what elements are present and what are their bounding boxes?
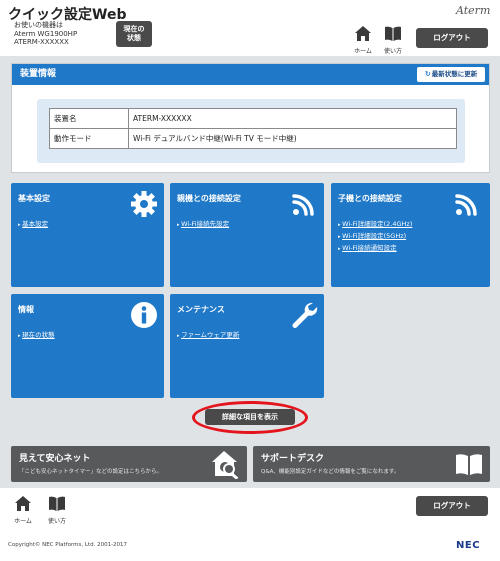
home-icon (15, 496, 31, 511)
info-icon (131, 302, 157, 328)
mode-key: 動作モード (49, 128, 129, 149)
tile-info-title: 情報 (18, 305, 34, 314)
tile-parent-title: 親機との接続設定 (177, 194, 241, 203)
footer-home-label: ホーム (14, 518, 32, 525)
device-name-key: 装置名 (49, 108, 129, 129)
tile-basic-links: 基本設定 (18, 219, 48, 231)
footer-home-button[interactable]: ホーム (11, 496, 35, 525)
tile-child-connection: 子機との接続設定 Wi-Fi詳細設定(2.4GHz) Wi-Fi詳細設定(5GH… (331, 183, 490, 287)
tile-maint-links: ファームウェア更新 (177, 330, 239, 342)
tile-info-links: 現在の状態 (18, 330, 55, 342)
wifi-icon (292, 194, 314, 216)
device-info: お使いの機器は Aterm WG1900HP ATERM-XXXXXX (14, 21, 77, 47)
link-wifi-connection-label[interactable]: Wi-Fi接続先設定 (181, 220, 229, 228)
link-firmware-update[interactable]: ファームウェア更新 (177, 330, 239, 342)
link-current-status[interactable]: 現在の状態 (18, 330, 55, 342)
banner-support-desc: Q&A、機能別設定ガイドなどの情報をご覧になれます。 (261, 469, 400, 475)
home-label: ホーム (354, 48, 372, 55)
banner-mimamori-desc: 「こども安心ネットタイマー」などの設定はこちらから。 (19, 469, 163, 475)
banner-mimamori[interactable]: 見えて安心ネット 「こども安心ネットタイマー」などの設定はこちらから。 (11, 446, 247, 482)
current-status-button[interactable]: 現在の 状態 (116, 21, 152, 47)
banner-mimamori-title: 見えて安心ネット (19, 454, 91, 464)
table-row: 動作モード Wi-Fi デュアルバンド中継(Wi-Fi TV モード中継) (49, 128, 457, 149)
link-wifi-detail-24-label[interactable]: Wi-Fi詳細設定(2.4GHz) (342, 220, 412, 228)
tile-parent-connection: 親機との接続設定 Wi-Fi接続先設定 (170, 183, 324, 287)
tile-child-title: 子機との接続設定 (338, 194, 402, 203)
manual-label: 使い方 (383, 48, 402, 55)
link-wifi-connection[interactable]: Wi-Fi接続先設定 (177, 219, 229, 231)
manual-button[interactable]: 使い方 (381, 26, 405, 55)
link-basic-settings[interactable]: 基本設定 (18, 219, 48, 231)
device-panel-header: 装置情報 ↻最新状態に更新 (12, 64, 489, 85)
header: クイック設定Web お使いの機器は Aterm WG1900HP ATERM-X… (0, 0, 500, 56)
book-icon (456, 454, 482, 475)
link-firmware-update-label[interactable]: ファームウェア更新 (181, 331, 239, 339)
refresh-icon: ↻ (424, 70, 431, 78)
tile-parent-links: Wi-Fi接続先設定 (177, 219, 229, 231)
banner-support[interactable]: サポートデスク Q&A、機能別設定ガイドなどの情報をご覧になれます。 (253, 446, 490, 482)
home-icon (355, 26, 371, 41)
device-info-box: 装置名 ATERM-XXXXXX 動作モード Wi-Fi デュアルバンド中継(W… (37, 99, 465, 163)
link-basic-settings-label[interactable]: 基本設定 (22, 220, 48, 228)
device-info-panel: 装置情報 ↻最新状態に更新 装置名 ATERM-XXXXXX 動作モード Wi-… (11, 63, 490, 173)
aterm-logo: Aterm (456, 4, 491, 17)
banner-support-title: サポートデスク (261, 454, 325, 464)
footer-manual-button[interactable]: 使い方 (45, 496, 69, 525)
book-icon (49, 496, 65, 511)
link-wifi-notify-label[interactable]: Wi-Fi接続通知設定 (342, 244, 397, 252)
copyright: Copyright© NEC Platforms, Ltd. 2001-2017 (8, 542, 128, 548)
tile-maintenance: メンテナンス ファームウェア更新 (170, 294, 324, 398)
device-panel-title: 装置情報 (20, 69, 57, 79)
table-row: 装置名 ATERM-XXXXXX (49, 108, 457, 129)
status-button-line1: 現在の (123, 25, 145, 33)
book-icon (385, 26, 401, 41)
tile-information: 情報 現在の状態 (11, 294, 164, 398)
wifi-icon (455, 194, 477, 216)
device-info-table: 装置名 ATERM-XXXXXX 動作モード Wi-Fi デュアルバンド中継(W… (49, 108, 457, 149)
gear-icon (131, 191, 157, 217)
device-name-value: ATERM-XXXXXX (128, 108, 457, 129)
footer-manual-label: 使い方 (47, 518, 66, 525)
link-current-status-label[interactable]: 現在の状態 (22, 331, 55, 339)
tile-child-links: Wi-Fi詳細設定(2.4GHz) Wi-Fi詳細設定(5GHz) Wi-Fi接… (338, 219, 412, 255)
highlight-ring (192, 401, 308, 434)
wrench-icon (292, 302, 318, 328)
device-info-name: ATERM-XXXXXX (14, 38, 69, 46)
nec-logo: NEC (456, 540, 481, 551)
refresh-label: 最新状態に更新 (431, 70, 478, 78)
tile-basic-title: 基本設定 (18, 194, 50, 203)
tile-maint-title: メンテナンス (177, 305, 225, 314)
house-search-icon (212, 451, 239, 479)
mode-value: Wi-Fi デュアルバンド中継(Wi-Fi TV モード中継) (128, 128, 457, 149)
device-info-line: お使いの機器は (14, 21, 63, 29)
logout-button[interactable]: ログアウト (416, 28, 488, 48)
footer-logout-button[interactable]: ログアウト (416, 496, 488, 516)
refresh-button[interactable]: ↻最新状態に更新 (417, 67, 485, 82)
link-wifi-detail-5-label[interactable]: Wi-Fi詳細設定(5GHz) (342, 232, 406, 240)
tile-basic-settings: 基本設定 基本設定 (11, 183, 164, 287)
link-wifi-detail-24[interactable]: Wi-Fi詳細設定(2.4GHz) (338, 219, 412, 231)
device-info-model: Aterm WG1900HP (14, 29, 78, 38)
link-wifi-detail-5[interactable]: Wi-Fi詳細設定(5GHz) (338, 231, 412, 243)
status-button-line2: 状態 (127, 34, 141, 42)
link-wifi-notify[interactable]: Wi-Fi接続通知設定 (338, 243, 412, 255)
home-button[interactable]: ホーム (351, 26, 375, 55)
